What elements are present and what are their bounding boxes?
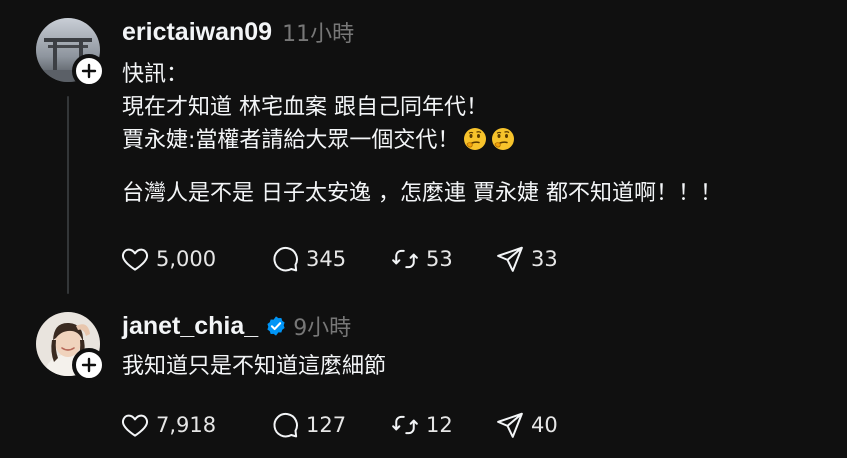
post-text-line: 現在才知道 林宅血案 跟自己同年代！ (122, 95, 488, 120)
plus-icon (81, 63, 97, 79)
share-count: 40 (531, 413, 558, 437)
repost-button[interactable]: 53 (390, 244, 495, 274)
post-text-line: 台灣人是不是 日子太安逸 ，怎麼連 賈永婕 都不知道啊！！！ (122, 181, 722, 206)
follow-button[interactable] (72, 54, 106, 88)
timestamp[interactable]: 9小時 (293, 310, 351, 342)
comment-button[interactable]: 127 (270, 410, 390, 440)
thread-post: erictaiwan09 11小時 快訊： 現在才知道 林宅血案 跟自己同年代！… (0, 0, 847, 300)
plus-icon (81, 357, 97, 373)
avatar-container[interactable] (36, 18, 106, 88)
thinking-face-icon (491, 127, 515, 161)
thread-line (67, 96, 69, 294)
send-icon (497, 412, 523, 438)
avatar-container[interactable] (36, 312, 106, 382)
comment-count: 345 (306, 247, 347, 271)
share-button[interactable]: 33 (495, 244, 558, 274)
post-text-spacer (122, 157, 722, 177)
username[interactable]: janet_chia_ (122, 312, 258, 341)
post-text-line: 賈永婕:當權者請給大眾一個交代！ (122, 124, 722, 157)
thinking-face-icon (463, 127, 487, 161)
send-icon (497, 246, 523, 272)
heart-icon (121, 414, 149, 437)
like-count: 7,918 (156, 413, 217, 437)
like-count: 5,000 (156, 247, 217, 271)
like-button[interactable]: 5,000 (120, 244, 270, 274)
post-text-line-content: 賈永婕:當權者請給大眾一個交代！ (122, 128, 460, 153)
like-button[interactable]: 7,918 (120, 410, 270, 440)
heart-icon (121, 248, 149, 271)
post-header: janet_chia_ 9小時 (122, 310, 351, 342)
repost-count: 12 (426, 413, 453, 437)
repost-button[interactable]: 12 (390, 410, 495, 440)
comment-icon (273, 412, 298, 438)
post-text-line: 快訊： (122, 62, 189, 87)
post-text-line: 我知道只是不知道這麼細節 (122, 354, 387, 379)
comment-button[interactable]: 345 (270, 244, 390, 274)
comment-icon (273, 246, 298, 272)
post-header: erictaiwan09 11小時 (122, 16, 354, 48)
timestamp[interactable]: 11小時 (282, 16, 354, 48)
repost-count: 53 (426, 247, 453, 271)
share-button[interactable]: 40 (495, 410, 558, 440)
follow-button[interactable] (72, 348, 106, 382)
verified-badge-icon (265, 315, 287, 337)
comment-count: 127 (306, 413, 347, 437)
action-bar: 7,918 127 12 40 (120, 410, 558, 440)
repost-icon (392, 249, 418, 269)
thread-post: janet_chia_ 9小時 我知道只是不知道這麼細節 7,918 127 1… (0, 300, 847, 458)
repost-icon (392, 415, 418, 435)
username[interactable]: erictaiwan09 (122, 18, 272, 47)
share-count: 33 (531, 247, 558, 271)
post-text: 快訊： 現在才知道 林宅血案 跟自己同年代！ 賈永婕:當權者請給大眾一個交代！ … (122, 58, 722, 210)
post-text: 我知道只是不知道這麼細節 (122, 350, 386, 383)
action-bar: 5,000 345 53 33 (120, 244, 558, 274)
